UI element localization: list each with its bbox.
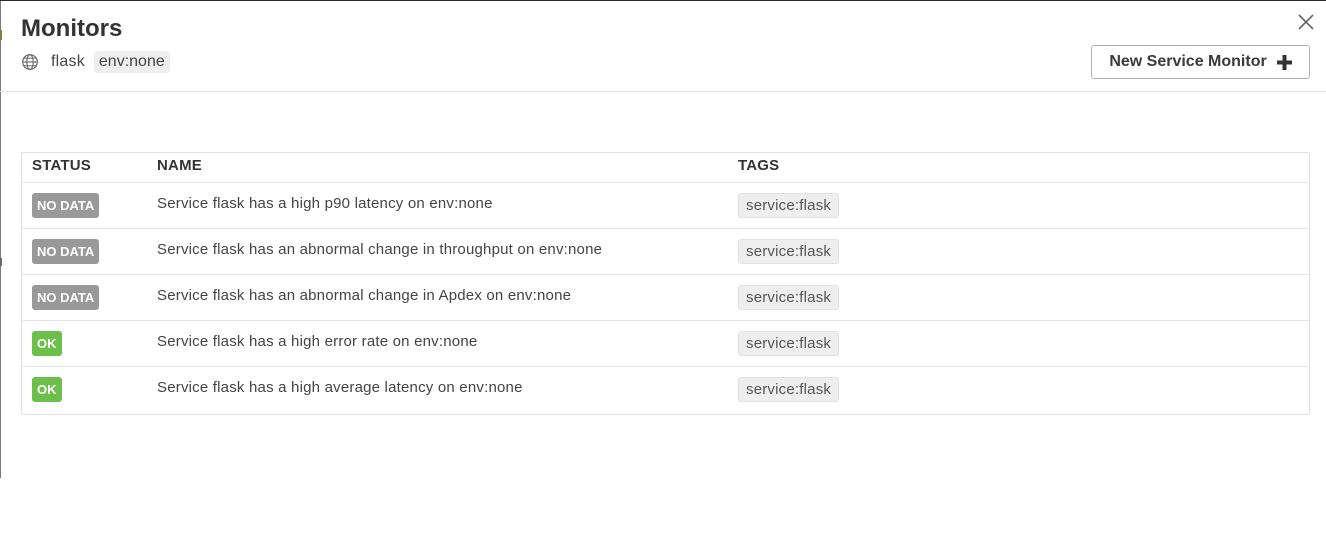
page-title: Monitors bbox=[21, 15, 123, 42]
env-tag[interactable]: env:none bbox=[93, 51, 170, 73]
panel-header: Monitors flask env:none New Service Moni… bbox=[0, 0, 1326, 92]
column-header-status[interactable]: STATUS bbox=[32, 157, 91, 174]
monitor-name-link[interactable]: Service flask has an abnormal change in … bbox=[157, 287, 571, 304]
status-badge: OK bbox=[32, 377, 62, 402]
table-row[interactable]: NO DATA Service flask has a high p90 lat… bbox=[22, 183, 1309, 229]
edge-marker bbox=[0, 258, 2, 266]
tag-chip[interactable]: service:flask bbox=[738, 331, 840, 356]
table-row[interactable]: NO DATA Service flask has an abnormal ch… bbox=[22, 275, 1309, 321]
close-icon[interactable] bbox=[1297, 13, 1315, 31]
status-badge: OK bbox=[32, 331, 62, 356]
service-context: flask env:none bbox=[21, 50, 170, 74]
service-name[interactable]: flask bbox=[51, 53, 85, 71]
column-header-tags[interactable]: TAGS bbox=[738, 157, 779, 174]
status-badge: NO DATA bbox=[32, 239, 100, 264]
monitor-name-link[interactable]: Service flask has an abnormal change in … bbox=[157, 241, 602, 258]
tag-chip[interactable]: service:flask bbox=[738, 377, 840, 402]
new-service-monitor-label: New Service Monitor bbox=[1109, 53, 1267, 70]
table-row[interactable]: NO DATA Service flask has an abnormal ch… bbox=[22, 229, 1309, 275]
table-row[interactable]: OK Service flask has a high error rate o… bbox=[22, 321, 1309, 367]
tag-chip[interactable]: service:flask bbox=[738, 285, 840, 310]
status-badge: NO DATA bbox=[32, 193, 100, 218]
tag-chip[interactable]: service:flask bbox=[738, 239, 840, 264]
tag-chip[interactable]: service:flask bbox=[738, 193, 840, 218]
monitor-name-link[interactable]: Service flask has a high error rate on e… bbox=[157, 333, 477, 350]
monitor-name-link[interactable]: Service flask has a high average latency… bbox=[157, 379, 523, 396]
plus-icon bbox=[1276, 54, 1292, 70]
status-badge: NO DATA bbox=[32, 285, 100, 310]
monitors-table: STATUS NAME TAGS NO DATA Service flask h… bbox=[21, 152, 1310, 415]
monitors-panel: Monitors flask env:none New Service Moni… bbox=[0, 0, 1326, 558]
monitor-name-link[interactable]: Service flask has a high p90 latency on … bbox=[157, 195, 493, 212]
column-header-name[interactable]: NAME bbox=[157, 157, 202, 174]
table-row[interactable]: OK Service flask has a high average late… bbox=[22, 367, 1309, 413]
globe-icon bbox=[21, 53, 39, 71]
table-header: STATUS NAME TAGS bbox=[22, 153, 1309, 183]
new-service-monitor-button[interactable]: New Service Monitor bbox=[1091, 45, 1310, 79]
